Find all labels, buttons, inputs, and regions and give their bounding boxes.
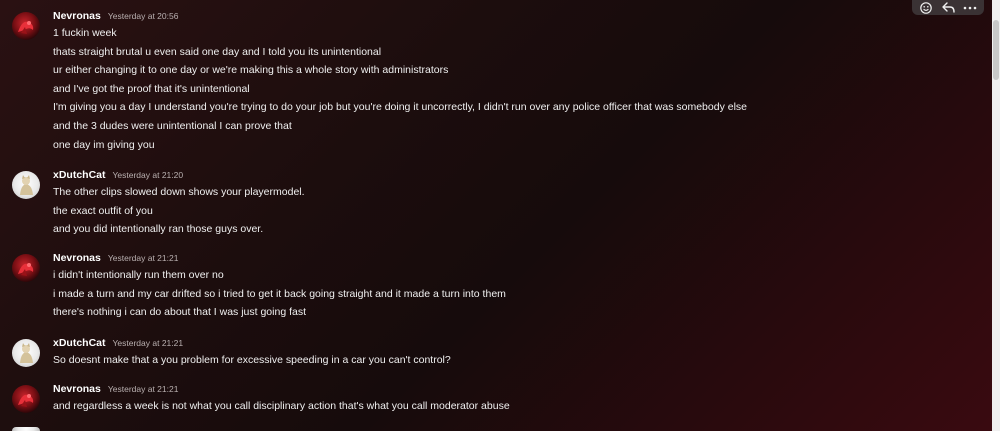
chat-log: Nevronas Yesterday at 20:56 1 fuckin wee… [0,0,992,431]
avatar-xdutchcat-icon [20,343,33,363]
message-lines: 1 fuckin week thats straight brutal u ev… [53,24,747,154]
message-header: Nevronas Yesterday at 21:21 [53,383,178,397]
message-line: and you did intentionally ran those guys… [53,223,264,236]
message-group: xDutchCat Yesterday at 21:20 The other c… [0,169,980,239]
reply-icon[interactable] [939,1,957,15]
message-line: i made a turn and my car drifted so i tr… [53,287,506,300]
message-group: Nevronas Yesterday at 20:56 1 fuckin wee… [0,10,980,160]
message-group: Nevronas Yesterday at 21:21 i didn't int… [0,252,980,322]
username[interactable]: xDutchCat [53,337,106,349]
avatar-nevronas-icon [18,21,34,34]
message-line: and the 3 dudes were unintentional I can… [53,119,292,132]
avatar[interactable] [12,339,40,367]
avatar[interactable] [12,254,40,282]
message-line: and regardless a week is not what you ca… [53,400,510,412]
message-header: xDutchCat Yesterday at 21:20 [53,169,183,183]
message-line: I'm giving you a day I understand you're… [53,101,748,114]
avatar[interactable] [12,427,40,431]
message-header: Nevronas Yesterday at 20:56 [53,10,178,24]
message-line: ur either changing it to one day or we'r… [53,64,449,77]
avatar[interactable] [12,171,40,199]
timestamp[interactable]: Yesterday at 21:21 [108,253,179,263]
avatar-nevronas-icon [18,394,34,407]
avatar[interactable] [12,385,40,413]
message-header: Nevronas Yesterday at 21:21 [53,252,178,266]
avatar[interactable] [12,12,40,40]
scrollbar-thumb[interactable] [993,20,999,80]
message-line: 1 fuckin week [53,27,117,39]
timestamp[interactable]: Yesterday at 20:56 [108,11,179,21]
message-line: and I've got the proof that it's uninten… [53,82,250,95]
username[interactable]: xDutchCat [53,169,106,181]
message-line: there's nothing i can do about that I wa… [53,306,306,319]
scrollbar[interactable] [992,0,1000,431]
timestamp[interactable]: Yesterday at 21:20 [113,170,184,180]
message-group: Nevronas Yesterday at 21:21 and regardle… [0,383,980,417]
message-line: the exact outfit of you [53,204,153,217]
timestamp[interactable]: Yesterday at 21:21 [108,384,179,394]
message-line: one day im giving you [53,138,155,151]
more-options-icon[interactable] [961,1,979,15]
username[interactable]: Nevronas [53,383,101,395]
message-line: thats straight brutal u even said one da… [53,45,382,58]
message-header: xDutchCat Yesterday at 21:21 [53,337,183,351]
message-line: The other clips slowed down shows your p… [53,186,305,198]
username[interactable]: Nevronas [53,10,101,22]
avatar-nevronas-icon [18,263,34,276]
message-line: So doesnt make that a you problem for ex… [53,354,451,366]
avatar-xdutchcat-icon [20,175,33,195]
message-lines: and regardless a week is not what you ca… [53,397,510,416]
message-lines: i didn't intentionally run them over no … [53,266,506,322]
message-lines: The other clips slowed down shows your p… [53,183,305,239]
message-actions-toolbar [912,0,984,15]
username[interactable]: Nevronas [53,252,101,264]
message-group: xDutchCat Yesterday at 21:21 So doesnt m… [0,337,980,371]
timestamp[interactable]: Yesterday at 21:21 [113,338,184,348]
message-line: i didn't intentionally run them over no [53,269,224,281]
emoji-reaction-icon[interactable] [917,1,935,15]
message-lines: So doesnt make that a you problem for ex… [53,351,451,370]
